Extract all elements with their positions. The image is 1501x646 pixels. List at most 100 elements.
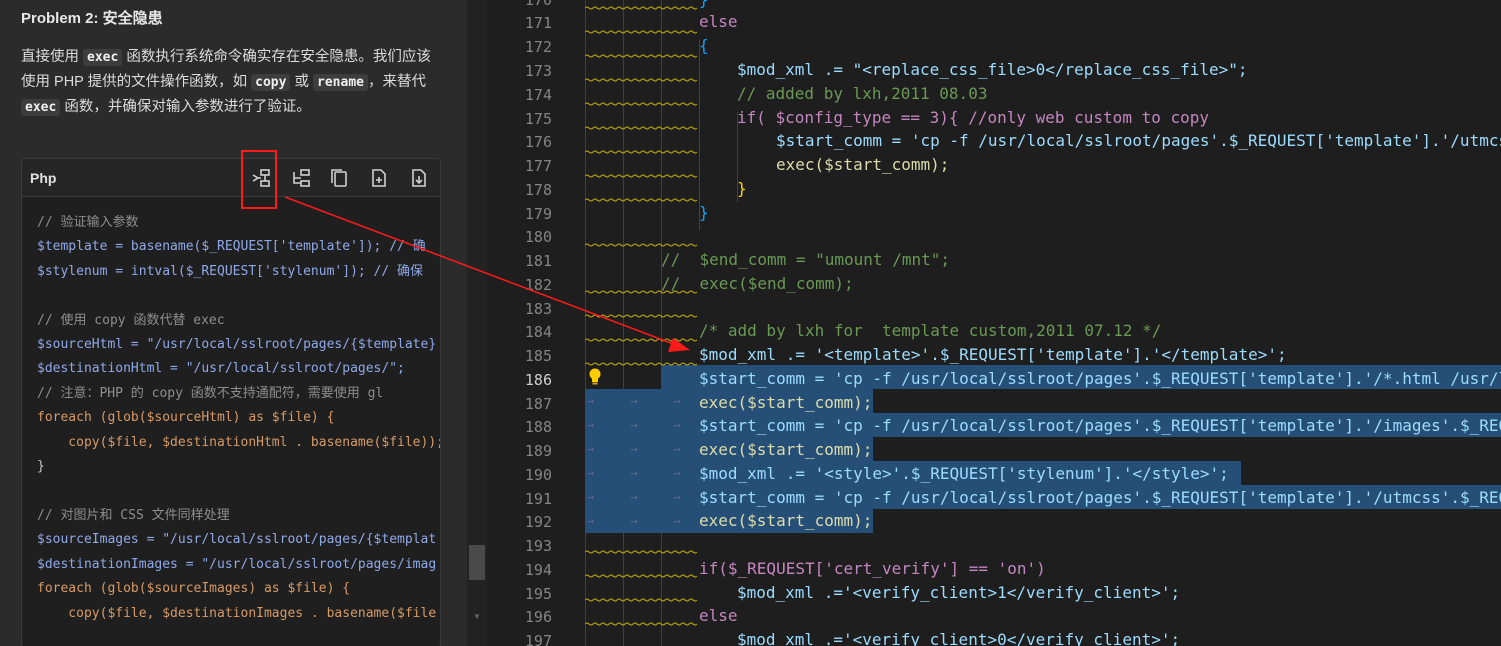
warning-squiggle <box>585 6 697 10</box>
line-number: 172 <box>524 38 552 56</box>
line-number: 175 <box>524 110 552 128</box>
code-line[interactable]: $mod_xml .= "<replace_css_file>0</replac… <box>737 60 1248 82</box>
code-line[interactable]: } <box>699 0 709 12</box>
warning-squiggle <box>585 54 697 58</box>
line-number: 184 <box>524 323 552 341</box>
code-line: $stylenum = intval($_REQUEST['stylenum']… <box>37 263 424 279</box>
warning-squiggle <box>585 314 697 318</box>
code-block-content: // 验证输入参数 $template = basename($_REQUEST… <box>37 211 441 626</box>
line-number: 190 <box>524 466 552 484</box>
warning-squiggle <box>585 126 697 130</box>
save-icon[interactable] <box>408 167 430 189</box>
highlight-box <box>241 150 277 209</box>
warning-squiggle <box>585 338 697 342</box>
code-line[interactable]: } <box>699 203 709 225</box>
code-line: copy($file, $destinationImages . basenam… <box>37 605 437 621</box>
warning-squiggle <box>585 102 697 106</box>
code-line[interactable]: // $end_comm = "umount /mnt"; <box>661 250 950 272</box>
indent-guide <box>699 40 700 230</box>
warning-squiggle <box>585 198 697 202</box>
warning-squiggle <box>585 150 697 154</box>
inline-code: rename <box>313 74 368 91</box>
code-line-selected[interactable]: $start_comm = 'cp -f /usr/local/sslroot/… <box>699 488 1501 510</box>
code-line-selected[interactable]: $start_comm = 'cp -f /usr/local/sslroot/… <box>699 369 1501 391</box>
code-line[interactable]: /* add by lxh for template custom,2011 0… <box>699 321 1161 343</box>
line-number: 182 <box>524 276 552 294</box>
scrollbar-thumb[interactable] <box>469 545 485 580</box>
code-line[interactable]: $mod_xml .='<verify_client>0</verify_cli… <box>737 630 1180 646</box>
line-number: 176 <box>524 133 552 151</box>
code-line[interactable]: if( $config_type == 3){ //only web custo… <box>737 108 1209 130</box>
whitespace-arrow: → → → <box>587 514 681 528</box>
line-number: 178 <box>524 181 552 199</box>
code-line[interactable]: $mod_xml .='<verify_client>1</verify_cli… <box>737 583 1180 605</box>
warning-squiggle <box>585 78 697 82</box>
code-language-label: Php <box>30 170 57 186</box>
code-line: $sourceImages = "/usr/local/sslroot/page… <box>37 532 437 548</box>
code-line[interactable]: } <box>737 179 747 201</box>
code-line-selected[interactable]: exec($start_comm); <box>699 511 872 533</box>
line-number: 193 <box>524 537 552 555</box>
answer-heading: Problem 2: 安全隐患 <box>21 10 163 27</box>
code-line: copy($file, $destinationHtml . basename(… <box>37 434 441 450</box>
new-file-icon[interactable] <box>368 167 390 189</box>
copy-icon[interactable] <box>328 167 350 189</box>
warning-squiggle <box>585 574 697 578</box>
line-number: 195 <box>524 585 552 603</box>
line-number: 197 <box>524 632 552 646</box>
line-number: 194 <box>524 561 552 579</box>
code-line: // 注意：PHP 的 copy 函数不支持通配符，需要使用 gl <box>37 385 384 401</box>
line-number: 174 <box>524 86 552 104</box>
code-line: $destinationImages = "/usr/local/sslroot… <box>37 556 437 572</box>
line-number: 192 <box>524 513 552 531</box>
code-line-selected[interactable]: exec($start_comm); <box>699 393 872 415</box>
code-line[interactable]: $start_comm = 'cp -f /usr/local/sslroot/… <box>776 131 1501 153</box>
line-number: 170 <box>524 0 552 9</box>
inline-code: exec <box>21 99 61 116</box>
warning-squiggle <box>585 362 697 366</box>
code-line[interactable]: // added by lxh,2011 08.03 <box>737 84 987 106</box>
code-block-header: Php <box>22 159 440 197</box>
line-number-current: 186 <box>524 371 552 389</box>
whitespace-arrow: → → → <box>587 394 681 408</box>
line-number: 183 <box>524 300 552 318</box>
scroll-down-icon[interactable]: ▼ <box>473 612 481 621</box>
code-line[interactable]: { <box>699 36 709 58</box>
code-line[interactable]: else <box>699 12 738 34</box>
code-line: // 验证输入参数 <box>37 215 139 230</box>
code-line-selected[interactable]: $start_comm = 'cp -f /usr/local/sslroot/… <box>699 416 1501 438</box>
line-number: 177 <box>524 157 552 175</box>
warning-squiggle <box>585 598 697 602</box>
code-line[interactable]: else <box>699 606 738 628</box>
line-number: 187 <box>524 395 552 413</box>
whitespace-arrow: → → → <box>587 466 681 480</box>
code-line[interactable]: exec($start_comm); <box>776 155 949 177</box>
line-number: 173 <box>524 62 552 80</box>
code-line[interactable]: if($_REQUEST['cert_verify'] == 'on') <box>699 559 1046 581</box>
code-line[interactable]: // exec($end_comm); <box>661 274 854 296</box>
line-number: 191 <box>524 490 552 508</box>
line-number: 179 <box>524 205 552 223</box>
para-text: ，来替代 <box>367 74 426 90</box>
code-line: $template = basename($_REQUEST['template… <box>37 239 426 255</box>
code-line-selected[interactable]: $mod_xml .= '<style>'.$_REQUEST['stylenu… <box>699 464 1229 486</box>
code-line: $sourceHtml = "/usr/local/sslroot/pages/… <box>37 337 437 353</box>
warning-squiggle <box>585 30 697 34</box>
code-line-selected[interactable]: exec($start_comm); <box>699 440 872 462</box>
chat-scrollbar[interactable]: ▼ <box>467 0 487 646</box>
code-line: foreach (glob($sourceHtml) as $file) { <box>37 410 335 426</box>
para-text: 函数，并确保对输入参数进行了验证。 <box>60 99 311 115</box>
code-line: } <box>37 459 45 475</box>
chat-panel: Problem 2: 安全隐患 直接使用 exec 函数执行系统命令确实存在安全… <box>0 0 467 646</box>
para-text: 直接使用 <box>21 49 84 65</box>
lightbulb-icon[interactable] <box>588 368 602 386</box>
whitespace-arrow: → → → <box>587 418 681 432</box>
code-line[interactable]: $mod_xml .= '<template>'.$_REQUEST['temp… <box>699 345 1287 367</box>
answer-paragraph: 直接使用 exec 函数执行系统命令确实存在安全隐患。我们应该使用 PHP 提供… <box>21 45 441 120</box>
code-line: // 对图片和 CSS 文件同样处理 <box>37 507 230 523</box>
insert-into-new-file-icon[interactable] <box>290 167 312 189</box>
line-number: 185 <box>524 347 552 365</box>
line-number: 180 <box>524 228 552 246</box>
code-block: Php // 验证输入参数 $template = basename($_REQ… <box>21 158 441 646</box>
code-editor[interactable]: → → → → → → → → → → → → → → → → → → 170 … <box>487 0 1501 646</box>
